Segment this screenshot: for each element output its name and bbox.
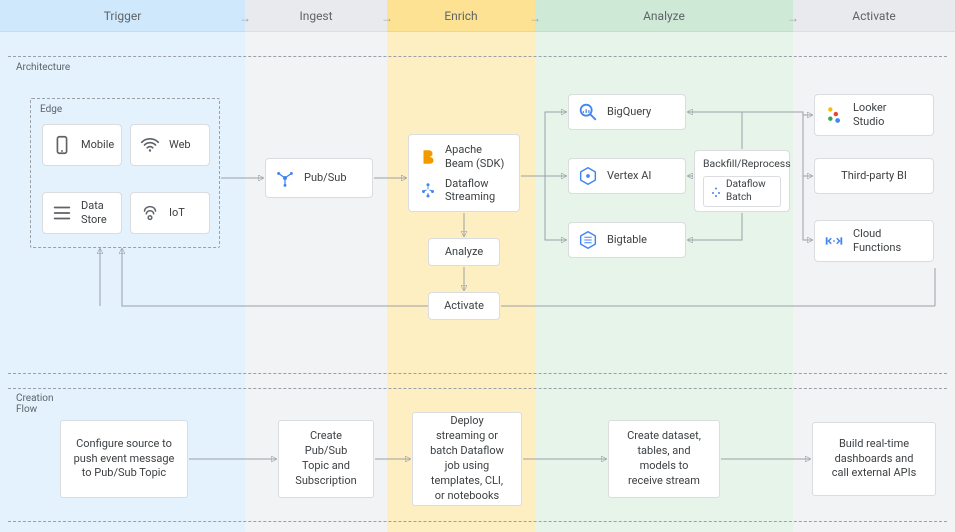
node-looker: Looker Studio [814, 94, 934, 136]
flow-analyze-label: Create dataset, tables, and models to re… [621, 429, 707, 488]
vertex-icon [577, 165, 599, 187]
dataflow-icon [419, 181, 437, 199]
col-header-ingest: Ingest [245, 0, 387, 32]
node-bigquery-label: BigQuery [607, 105, 651, 119]
node-vertex-label: Vertex AI [607, 169, 651, 183]
node-looker-label: Looker Studio [853, 101, 887, 129]
flow-enrich-label: Deploy streaming or batch Dataflow job u… [425, 414, 509, 503]
col-header-trigger: Trigger [0, 0, 245, 32]
node-beam-label: Apache Beam (SDK) [445, 143, 504, 171]
flow-analyze: Create dataset, tables, and models to re… [608, 420, 720, 498]
pubsub-icon [274, 167, 296, 189]
edge-web: Web [130, 124, 210, 166]
edge-web-label: Web [169, 138, 191, 152]
flow-activate: Build real-time dashboards and call exte… [812, 422, 936, 496]
flow-ingest: Create Pub/Sub Topic and Subscription [278, 420, 374, 498]
node-enrich-stack: Apache Beam (SDK) Dataflow Streaming [408, 134, 520, 212]
node-bigtable: Bigtable [568, 222, 686, 258]
edge-mobile-label: Mobile [81, 138, 114, 152]
node-bigtable-label: Bigtable [607, 233, 647, 247]
node-enrich-analyze-label: Analyze [445, 245, 483, 259]
node-third-party-bi: Third-party BI [814, 158, 934, 194]
col-header-analyze: Analyze [535, 0, 793, 32]
row-beam: Apache Beam (SDK) [419, 143, 504, 171]
bigtable-icon [577, 229, 599, 251]
edge-data-store-label: Data Store [81, 199, 107, 227]
list-icon [51, 202, 73, 224]
dataflow-batch-icon [710, 186, 722, 198]
edge-iot: IoT [130, 192, 210, 234]
looker-icon [823, 104, 845, 126]
node-enrich-activate: Activate [428, 292, 500, 320]
row-dataflow-streaming: Dataflow Streaming [419, 177, 495, 205]
node-vertex: Vertex AI [568, 158, 686, 194]
col-header-activate: Activate [793, 0, 955, 32]
flow-activate-label: Build real-time dashboards and call exte… [825, 437, 923, 482]
node-backfill-label: Backfill/Reprocess [703, 157, 791, 170]
edge-group-label: Edge [40, 104, 62, 115]
flow-trigger-label: Configure source to push event message t… [73, 437, 175, 482]
mobile-icon [51, 134, 73, 156]
edge-iot-label: IoT [169, 206, 185, 220]
node-enrich-analyze: Analyze [428, 238, 500, 266]
iot-icon [139, 202, 161, 224]
edge-mobile: Mobile [42, 124, 122, 166]
node-enrich-activate-label: Activate [444, 299, 484, 313]
wifi-icon [139, 134, 161, 156]
flow-trigger: Configure source to push event message t… [60, 420, 188, 498]
bigquery-icon [577, 101, 599, 123]
node-dataflow-batch: Dataflow Batch [703, 176, 781, 207]
beam-icon [419, 148, 437, 166]
node-cloud-functions-label: Cloud Functions [853, 227, 901, 255]
node-pubsub-label: Pub/Sub [304, 171, 347, 185]
cloud-functions-icon [823, 230, 845, 252]
node-cloud-functions: Cloud Functions [814, 220, 934, 262]
col-header-enrich: Enrich [387, 0, 535, 32]
node-pubsub: Pub/Sub [265, 158, 373, 198]
node-third-party-bi-label: Third-party BI [841, 169, 907, 183]
flow-enrich: Deploy streaming or batch Dataflow job u… [412, 412, 522, 506]
node-backfill: Backfill/Reprocess Dataflow Batch [694, 150, 790, 212]
node-dataflow-streaming-label: Dataflow Streaming [445, 177, 495, 205]
node-bigquery: BigQuery [568, 94, 686, 130]
edge-data-store: Data Store [42, 192, 122, 234]
node-dataflow-batch-label: Dataflow Batch [726, 179, 774, 204]
flow-ingest-label: Create Pub/Sub Topic and Subscription [291, 429, 361, 488]
